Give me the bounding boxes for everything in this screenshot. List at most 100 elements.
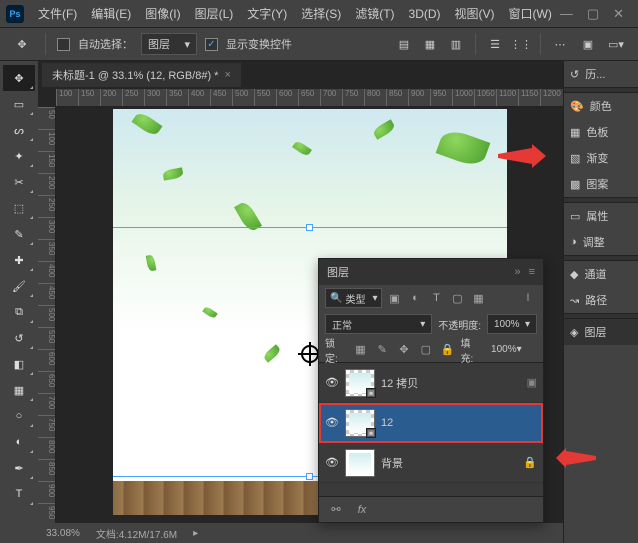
panel-patterns[interactable]: ▩图案 bbox=[564, 171, 638, 197]
fill-input[interactable]: 100%▾ bbox=[487, 342, 537, 357]
visibility-icon[interactable]: 👁 bbox=[325, 416, 339, 429]
menu-text[interactable]: 文字(Y) bbox=[241, 1, 293, 26]
layer-item[interactable]: 👁 背景 🔒 bbox=[319, 443, 543, 483]
panel-history[interactable]: ↺历... bbox=[564, 61, 638, 87]
layers-panel[interactable]: 图层 » ≡ 🔍类型▾ ▣ ◐ T ▢ ▦ ⏽ 正常▾ 不透明度: 100%▾ … bbox=[318, 258, 544, 523]
menu-view[interactable]: 视图(V) bbox=[449, 1, 501, 26]
layer-item[interactable]: 👁 ▣ 12 bbox=[319, 403, 543, 443]
eraser-tool[interactable]: ◧ bbox=[3, 351, 35, 377]
pen-tool[interactable]: ✒ bbox=[3, 455, 35, 481]
filter-shape-icon[interactable]: ▢ bbox=[448, 289, 466, 307]
heal-tool[interactable]: ✚ bbox=[3, 247, 35, 273]
close-tab-icon[interactable]: × bbox=[224, 69, 230, 81]
opacity-input[interactable]: 100%▾ bbox=[487, 314, 537, 334]
distribute-v-icon[interactable]: ⋮⋮ bbox=[509, 32, 533, 56]
brush-tool[interactable]: 🖌 bbox=[3, 273, 35, 299]
layers-footer: ⚯ fx bbox=[319, 496, 543, 522]
layer-thumbnail[interactable]: ▣ bbox=[345, 409, 375, 437]
visibility-icon[interactable]: 👁 bbox=[325, 376, 339, 389]
zoom-level[interactable]: 33.08% bbox=[46, 528, 80, 539]
layer-item[interactable]: 👁 ▣ 12 拷贝 ▣ bbox=[319, 363, 543, 403]
blur-tool[interactable]: ○ bbox=[3, 403, 35, 429]
panel-paths[interactable]: ↝路径 bbox=[564, 287, 638, 313]
lock-artboard-icon[interactable]: ▢ bbox=[417, 341, 435, 359]
panel-menu-icon[interactable]: ≡ bbox=[529, 266, 535, 278]
lock-icon: 🔒 bbox=[523, 456, 537, 469]
type-tool[interactable]: T bbox=[3, 481, 35, 507]
ruler-horizontal[interactable]: 1001502002503003504004505005506006507007… bbox=[56, 89, 563, 107]
marquee-tool[interactable]: ▭ bbox=[3, 91, 35, 117]
move-tool[interactable]: ✥ bbox=[3, 65, 35, 91]
menu-select[interactable]: 选择(S) bbox=[295, 1, 347, 26]
lock-position-icon[interactable]: ✥ bbox=[395, 341, 413, 359]
filter-smart-icon[interactable]: ▦ bbox=[469, 289, 487, 307]
panel-channels[interactable]: ◆通道 bbox=[564, 261, 638, 287]
stamp-tool[interactable]: ⧉ bbox=[3, 299, 35, 325]
blend-mode-dropdown[interactable]: 正常▾ bbox=[325, 314, 432, 334]
move-tool-icon[interactable]: ✥ bbox=[10, 32, 34, 56]
layers-filter-row: 🔍类型▾ ▣ ◐ T ▢ ▦ ⏽ bbox=[319, 285, 543, 311]
auto-select-dropdown[interactable]: 图层▾ bbox=[141, 33, 197, 55]
close-button[interactable]: ✕ bbox=[613, 6, 624, 22]
more-options-icon[interactable]: ⋯ bbox=[548, 32, 572, 56]
fx-icon[interactable]: fx bbox=[353, 501, 371, 519]
crop-tool[interactable]: ✂ bbox=[3, 169, 35, 195]
color-icon: 🎨 bbox=[570, 100, 584, 113]
maximize-button[interactable]: ▢ bbox=[587, 6, 599, 22]
link-layers-icon[interactable]: ⚯ bbox=[327, 501, 345, 519]
layer-thumbnail[interactable] bbox=[345, 449, 375, 477]
lock-pixels-icon[interactable]: ▦ bbox=[352, 341, 370, 359]
align-right-icon[interactable]: ▥ bbox=[444, 32, 468, 56]
filter-type-dropdown[interactable]: 🔍类型▾ bbox=[325, 288, 382, 308]
menu-layer[interactable]: 图层(L) bbox=[189, 1, 240, 26]
layers-panel-header[interactable]: 图层 » ≡ bbox=[319, 259, 543, 285]
document-tab[interactable]: 未标题-1 @ 33.1% (12, RGB/8#) * × bbox=[42, 63, 241, 87]
filter-toggle[interactable]: ⏽ bbox=[519, 289, 537, 307]
layer-name[interactable]: 12 bbox=[381, 417, 393, 429]
auto-select-label: 自动选择： bbox=[78, 36, 133, 52]
layer-name[interactable]: 背景 bbox=[381, 455, 403, 471]
panel-adjust[interactable]: ◑调整 bbox=[564, 229, 638, 255]
menu-window[interactable]: 窗口(W) bbox=[503, 1, 558, 26]
menu-image[interactable]: 图像(I) bbox=[139, 1, 186, 26]
panel-gradient[interactable]: ▧渐变 bbox=[564, 145, 638, 171]
menu-file[interactable]: 文件(F) bbox=[32, 1, 83, 26]
wand-tool[interactable]: ✦ bbox=[3, 143, 35, 169]
menu-3d[interactable]: 3D(D) bbox=[403, 3, 447, 25]
dodge-tool[interactable]: ◐ bbox=[3, 429, 35, 455]
lock-all-icon[interactable]: 🔒 bbox=[439, 341, 457, 359]
distribute-h-icon[interactable]: ☰ bbox=[483, 32, 507, 56]
lock-paint-icon[interactable]: ✎ bbox=[373, 341, 391, 359]
panel-color[interactable]: 🎨颜色 bbox=[564, 93, 638, 119]
gradient-tool[interactable]: ▦ bbox=[3, 377, 35, 403]
auto-select-checkbox[interactable] bbox=[57, 38, 70, 51]
target-cursor-icon bbox=[301, 345, 319, 363]
panel-properties[interactable]: ▭属性 bbox=[564, 203, 638, 229]
3d-mode-icon[interactable]: ▣ bbox=[576, 32, 600, 56]
menu-filter[interactable]: 滤镜(T) bbox=[349, 1, 400, 26]
panel-swatches[interactable]: ▦色板 bbox=[564, 119, 638, 145]
visibility-icon[interactable]: 👁 bbox=[325, 456, 339, 469]
filter-adjust-icon[interactable]: ◐ bbox=[406, 289, 424, 307]
align-center-icon[interactable]: ▦ bbox=[418, 32, 442, 56]
frame-tool[interactable]: ⬚ bbox=[3, 195, 35, 221]
menu-edit[interactable]: 编辑(E) bbox=[85, 1, 137, 26]
filter-image-icon[interactable]: ▣ bbox=[385, 289, 403, 307]
layer-thumbnail[interactable]: ▣ bbox=[345, 369, 375, 397]
filter-text-icon[interactable]: T bbox=[427, 289, 445, 307]
transform-checkbox[interactable]: ✓ bbox=[205, 38, 218, 51]
ruler-vertical[interactable]: 5010015020025030035040045050055060065070… bbox=[38, 107, 56, 523]
panel-layers[interactable]: ◈图层 bbox=[564, 319, 638, 345]
layer-name[interactable]: 12 拷贝 bbox=[381, 375, 418, 391]
history-brush-tool[interactable]: ↺ bbox=[3, 325, 35, 351]
status-more-icon[interactable]: ▸ bbox=[193, 528, 198, 539]
eyedropper-tool[interactable]: ✎ bbox=[3, 221, 35, 247]
panel-collapse-icon[interactable]: » bbox=[514, 266, 520, 278]
align-left-icon[interactable]: ▤ bbox=[392, 32, 416, 56]
lasso-tool[interactable]: ᔕ bbox=[3, 117, 35, 143]
link-icon[interactable]: ▣ bbox=[527, 376, 537, 389]
blend-opacity-row: 正常▾ 不透明度: 100%▾ bbox=[319, 311, 543, 337]
minimize-button[interactable]: — bbox=[560, 6, 573, 22]
document-tabs: 未标题-1 @ 33.1% (12, RGB/8#) * × bbox=[38, 61, 563, 89]
workspace-icon[interactable]: ▭▾ bbox=[604, 32, 628, 56]
